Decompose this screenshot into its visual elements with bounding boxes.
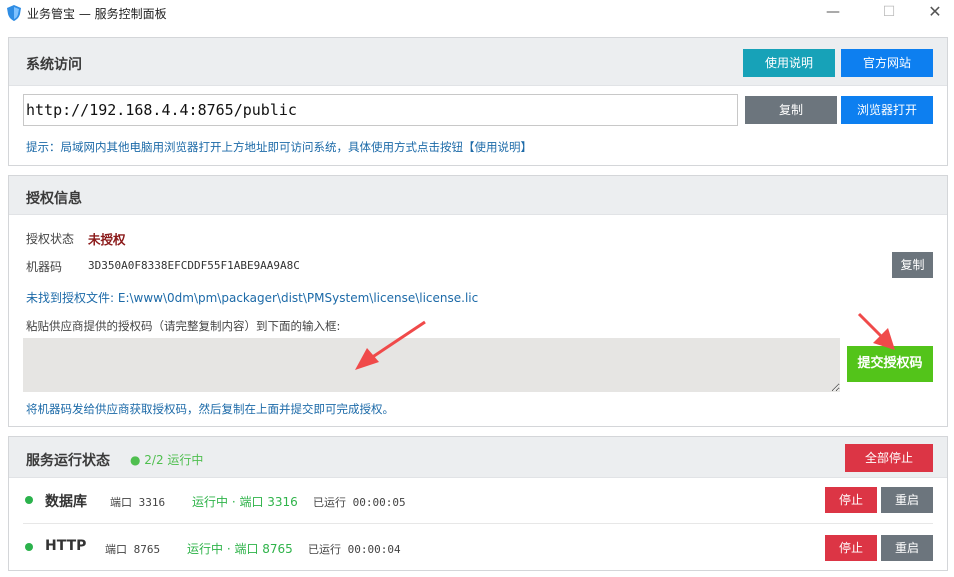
license-status-value: 未授权 xyxy=(88,232,126,247)
license-status-label: 授权状态 xyxy=(26,232,75,246)
copy-url-button[interactable]: 复制 xyxy=(745,96,837,124)
running-count-badge: ● 2/2 运行中 xyxy=(130,453,204,467)
service-status-panel: 服务运行状态 ● 2/2 运行中 全部停止 数据库 端口 3316 运行中 · … xyxy=(8,436,948,571)
stop-service-button[interactable]: 停止 xyxy=(825,487,877,513)
annotation-arrow-icon xyxy=(355,320,426,370)
running-status-dot xyxy=(25,496,33,504)
stop-all-button[interactable]: 全部停止 xyxy=(845,444,933,472)
window-title: 业务管宝 — 服务控制面板 xyxy=(27,7,167,21)
copy-machine-code-button[interactable]: 复制 xyxy=(892,252,933,278)
panel-title: 授权信息 xyxy=(26,191,82,207)
running-status-dot xyxy=(25,543,33,551)
service-row-http: HTTP 端口 8765 运行中 · 端口 8765 已运行 00:00:04 … xyxy=(23,525,933,571)
license-file-not-found: 未找到授权文件: E:\www\0dm\pm\packager\dist\PMS… xyxy=(26,291,479,305)
panel-title: 系统访问 xyxy=(26,57,82,73)
stop-service-button[interactable]: 停止 xyxy=(825,535,877,561)
url-field[interactable]: http://192.168.4.4:8765/public xyxy=(23,94,738,126)
official-website-button[interactable]: 官方网站 xyxy=(841,49,933,77)
machine-code-label: 机器码 xyxy=(26,260,63,274)
service-uptime: 已运行 00:00:05 xyxy=(313,496,406,509)
annotation-arrow-icon xyxy=(857,312,895,350)
license-footer-hint: 将机器码发给供应商获取授权码，然后复制在上面并提交即可完成授权。 xyxy=(26,402,394,416)
manual-button[interactable]: 使用说明 xyxy=(743,49,835,77)
license-code-input[interactable] xyxy=(23,338,840,392)
open-browser-button[interactable]: 浏览器打开 xyxy=(841,96,933,124)
panel-header: 系统访问 使用说明 官方网站 xyxy=(9,38,947,86)
service-name: 数据库 xyxy=(45,494,87,510)
machine-code-value: 3D350A0F8338EFCDDF55F1ABE9AA9A8C xyxy=(88,259,300,272)
service-running-status: 运行中 · 端口 8765 xyxy=(187,542,293,556)
access-hint: 提示：局域网内其他电脑用浏览器打开上方地址即可访问系统，具体使用方式点击按钮【使… xyxy=(26,140,532,154)
title-bar: 业务管宝 — 服务控制面板 — ☐ ✕ xyxy=(0,0,954,27)
panel-title: 服务运行状态 xyxy=(26,453,110,469)
close-button[interactable]: ✕ xyxy=(912,2,954,24)
shield-app-icon xyxy=(7,5,21,21)
service-row-database: 数据库 端口 3316 运行中 · 端口 3316 已运行 00:00:05 停… xyxy=(23,478,933,524)
service-name: HTTP xyxy=(45,538,87,554)
service-uptime: 已运行 00:00:04 xyxy=(308,543,401,556)
paste-license-label: 粘贴供应商提供的授权码（请完整复制内容）到下面的输入框: xyxy=(26,319,341,333)
restart-service-button[interactable]: 重启 xyxy=(881,535,933,561)
service-port: 端口 3316 xyxy=(110,496,166,509)
maximize-button[interactable]: ☐ xyxy=(866,2,912,24)
service-running-status: 运行中 · 端口 3316 xyxy=(192,495,298,509)
service-port: 端口 8765 xyxy=(105,543,161,556)
license-panel: 授权信息 授权状态 未授权 机器码 3D350A0F8338EFCDDF55F1… xyxy=(8,175,948,427)
system-access-panel: 系统访问 使用说明 官方网站 http://192.168.4.4:8765/p… xyxy=(8,37,948,166)
minimize-button[interactable]: — xyxy=(810,2,856,24)
panel-header: 服务运行状态 ● 2/2 运行中 全部停止 xyxy=(9,437,947,478)
panel-header: 授权信息 xyxy=(9,176,947,215)
restart-service-button[interactable]: 重启 xyxy=(881,487,933,513)
